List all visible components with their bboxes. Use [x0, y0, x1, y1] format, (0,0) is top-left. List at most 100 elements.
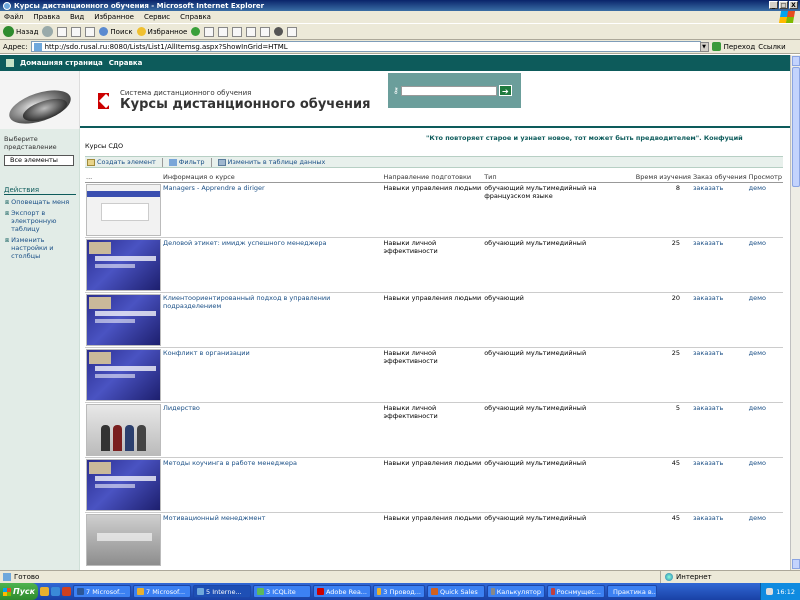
- col-header-course-info[interactable]: Информация о курсе: [162, 172, 383, 183]
- stop-icon[interactable]: [57, 26, 68, 37]
- table-row: Managers - Apprendre a diriger Навыки уп…: [85, 181, 783, 237]
- demo-link[interactable]: демо: [749, 239, 766, 247]
- course-thumbnail[interactable]: [86, 458, 161, 511]
- new-item-button[interactable]: Создать элемент: [87, 158, 156, 166]
- media-icon[interactable]: [191, 27, 201, 36]
- scroll-down-icon[interactable]: [792, 559, 800, 569]
- task-icqlite[interactable]: 3 ICQLite: [253, 585, 311, 598]
- order-link[interactable]: заказать: [693, 184, 723, 192]
- course-link[interactable]: Лидерство: [163, 404, 200, 412]
- col-header-view[interactable]: Просмотр: [747, 172, 783, 183]
- course-type: обучающий мультимедийный на французском …: [483, 181, 635, 237]
- quicklaunch-folder-icon[interactable]: [40, 587, 49, 596]
- action-export-spreadsheet[interactable]: ⧈ Экспорт в электронную таблицу: [5, 209, 75, 233]
- demo-link[interactable]: демо: [749, 404, 766, 412]
- course-link[interactable]: Клиентоориентированный подход в управлен…: [163, 294, 330, 310]
- menu-view[interactable]: Вид: [70, 13, 84, 21]
- action-alert-me[interactable]: ⧈ Оповещать меня: [5, 198, 75, 206]
- vertical-scrollbar[interactable]: [790, 55, 800, 570]
- menu-file[interactable]: Файл: [4, 13, 23, 21]
- help-link[interactable]: Справка: [109, 59, 143, 67]
- home-link[interactable]: Домашняя страница: [20, 59, 103, 67]
- search-button[interactable]: Поиск: [99, 27, 133, 36]
- menu-help[interactable]: Справка: [180, 13, 211, 21]
- menu-favorites[interactable]: Избранное: [94, 13, 134, 21]
- quicklaunch-media-icon[interactable]: [62, 587, 71, 596]
- demo-link[interactable]: демо: [749, 459, 766, 467]
- go-button[interactable]: Переход: [724, 43, 756, 51]
- search-icon: [99, 27, 109, 36]
- go-arrow-icon[interactable]: [711, 42, 721, 51]
- task-praktika[interactable]: Практика в...: [607, 585, 657, 598]
- internet-zone-icon: [665, 573, 673, 581]
- task-internet-explorer[interactable]: 5 Interne...: [193, 585, 251, 598]
- start-button[interactable]: Пуск: [0, 583, 38, 600]
- quicklaunch-ie-icon[interactable]: [51, 587, 60, 596]
- course-thumbnail[interactable]: [86, 348, 161, 401]
- task-word-2[interactable]: 7 Microsof...: [133, 585, 191, 598]
- col-header-type[interactable]: Тип: [483, 172, 635, 183]
- demo-link[interactable]: демо: [749, 514, 766, 522]
- edit-icon[interactable]: [246, 26, 257, 37]
- order-link[interactable]: заказать: [693, 294, 723, 302]
- course-thumbnail[interactable]: [86, 513, 161, 566]
- task-quick-sales[interactable]: Quick Sales: [427, 585, 485, 598]
- order-link[interactable]: заказать: [693, 404, 723, 412]
- course-link[interactable]: Конфликт в организации: [163, 349, 250, 357]
- home-icon[interactable]: [85, 26, 96, 37]
- favorites-button[interactable]: Избранное: [136, 27, 187, 36]
- task-adobe-reader[interactable]: Adobe Rea...: [313, 585, 371, 598]
- filter-button[interactable]: Фильтр: [168, 158, 205, 166]
- menu-edit[interactable]: Правка: [33, 13, 60, 21]
- order-link[interactable]: заказать: [693, 459, 723, 467]
- address-dropdown-icon[interactable]: ▼: [699, 41, 709, 52]
- task-calculator[interactable]: Калькулятор: [487, 585, 545, 598]
- col-header-direction[interactable]: Направление подготовки: [382, 172, 484, 183]
- course-thumbnail[interactable]: [86, 238, 161, 291]
- mail-icon[interactable]: [218, 26, 229, 37]
- task-explorer[interactable]: 3 Провод...: [373, 585, 425, 598]
- address-input[interactable]: http://sdo.rusal.ru:8080/Lists/List1/All…: [30, 41, 701, 52]
- tray-network-icon[interactable]: [766, 588, 774, 595]
- course-link[interactable]: Деловой этикет: имидж успешного менеджер…: [163, 239, 327, 247]
- col-header-order[interactable]: Заказ обучения: [691, 172, 748, 183]
- course-thumbnail[interactable]: [86, 183, 161, 236]
- site-search-input[interactable]: [400, 85, 497, 96]
- order-link[interactable]: заказать: [693, 349, 723, 357]
- demo-link[interactable]: демо: [749, 184, 766, 192]
- discuss-icon[interactable]: [260, 26, 271, 37]
- course-link[interactable]: Managers - Apprendre a diriger: [163, 184, 265, 192]
- clock[interactable]: 16:12: [776, 588, 795, 596]
- action-modify-settings[interactable]: ⧈ Изменить настройки и столбцы: [5, 236, 75, 260]
- task-rosimushchestvo[interactable]: Роснмущес...: [547, 585, 605, 598]
- course-link[interactable]: Методы коучинга в работе менеджера: [163, 459, 297, 467]
- scroll-up-icon[interactable]: [792, 56, 800, 66]
- demo-link[interactable]: демо: [749, 349, 766, 357]
- history-icon[interactable]: [204, 26, 215, 37]
- order-link[interactable]: заказать: [693, 514, 723, 522]
- refresh-icon[interactable]: [71, 26, 82, 37]
- forward-arrow-icon[interactable]: [42, 26, 54, 37]
- links-button[interactable]: Ссылки: [758, 43, 786, 51]
- order-link[interactable]: заказать: [693, 239, 723, 247]
- menu-tools[interactable]: Сервис: [144, 13, 170, 21]
- demo-link[interactable]: демо: [749, 294, 766, 302]
- view-all-items[interactable]: Все элементы: [4, 155, 74, 166]
- search-go-button[interactable]: ➔: [498, 85, 512, 96]
- course-link[interactable]: Мотивационный менеджмент: [163, 514, 265, 522]
- task-word-1[interactable]: 7 Microsof...: [73, 585, 131, 598]
- messenger-icon[interactable]: [274, 27, 284, 36]
- back-button[interactable]: Назад: [3, 26, 38, 37]
- col-header-attachments[interactable]: ...: [85, 172, 162, 183]
- col-header-time[interactable]: Время изучения: [634, 172, 692, 183]
- scrollbar-thumb[interactable]: [792, 67, 800, 187]
- minimize-button[interactable]: _: [769, 1, 778, 9]
- maximize-button[interactable]: □: [779, 1, 788, 9]
- close-button[interactable]: X: [789, 1, 798, 9]
- course-thumbnail[interactable]: [86, 403, 161, 456]
- course-thumbnail[interactable]: [86, 293, 161, 346]
- ie-icon: [3, 1, 11, 10]
- edit-in-grid-button[interactable]: Изменить в таблице данных: [217, 158, 325, 166]
- research-icon[interactable]: [287, 26, 298, 37]
- print-icon[interactable]: [232, 26, 243, 37]
